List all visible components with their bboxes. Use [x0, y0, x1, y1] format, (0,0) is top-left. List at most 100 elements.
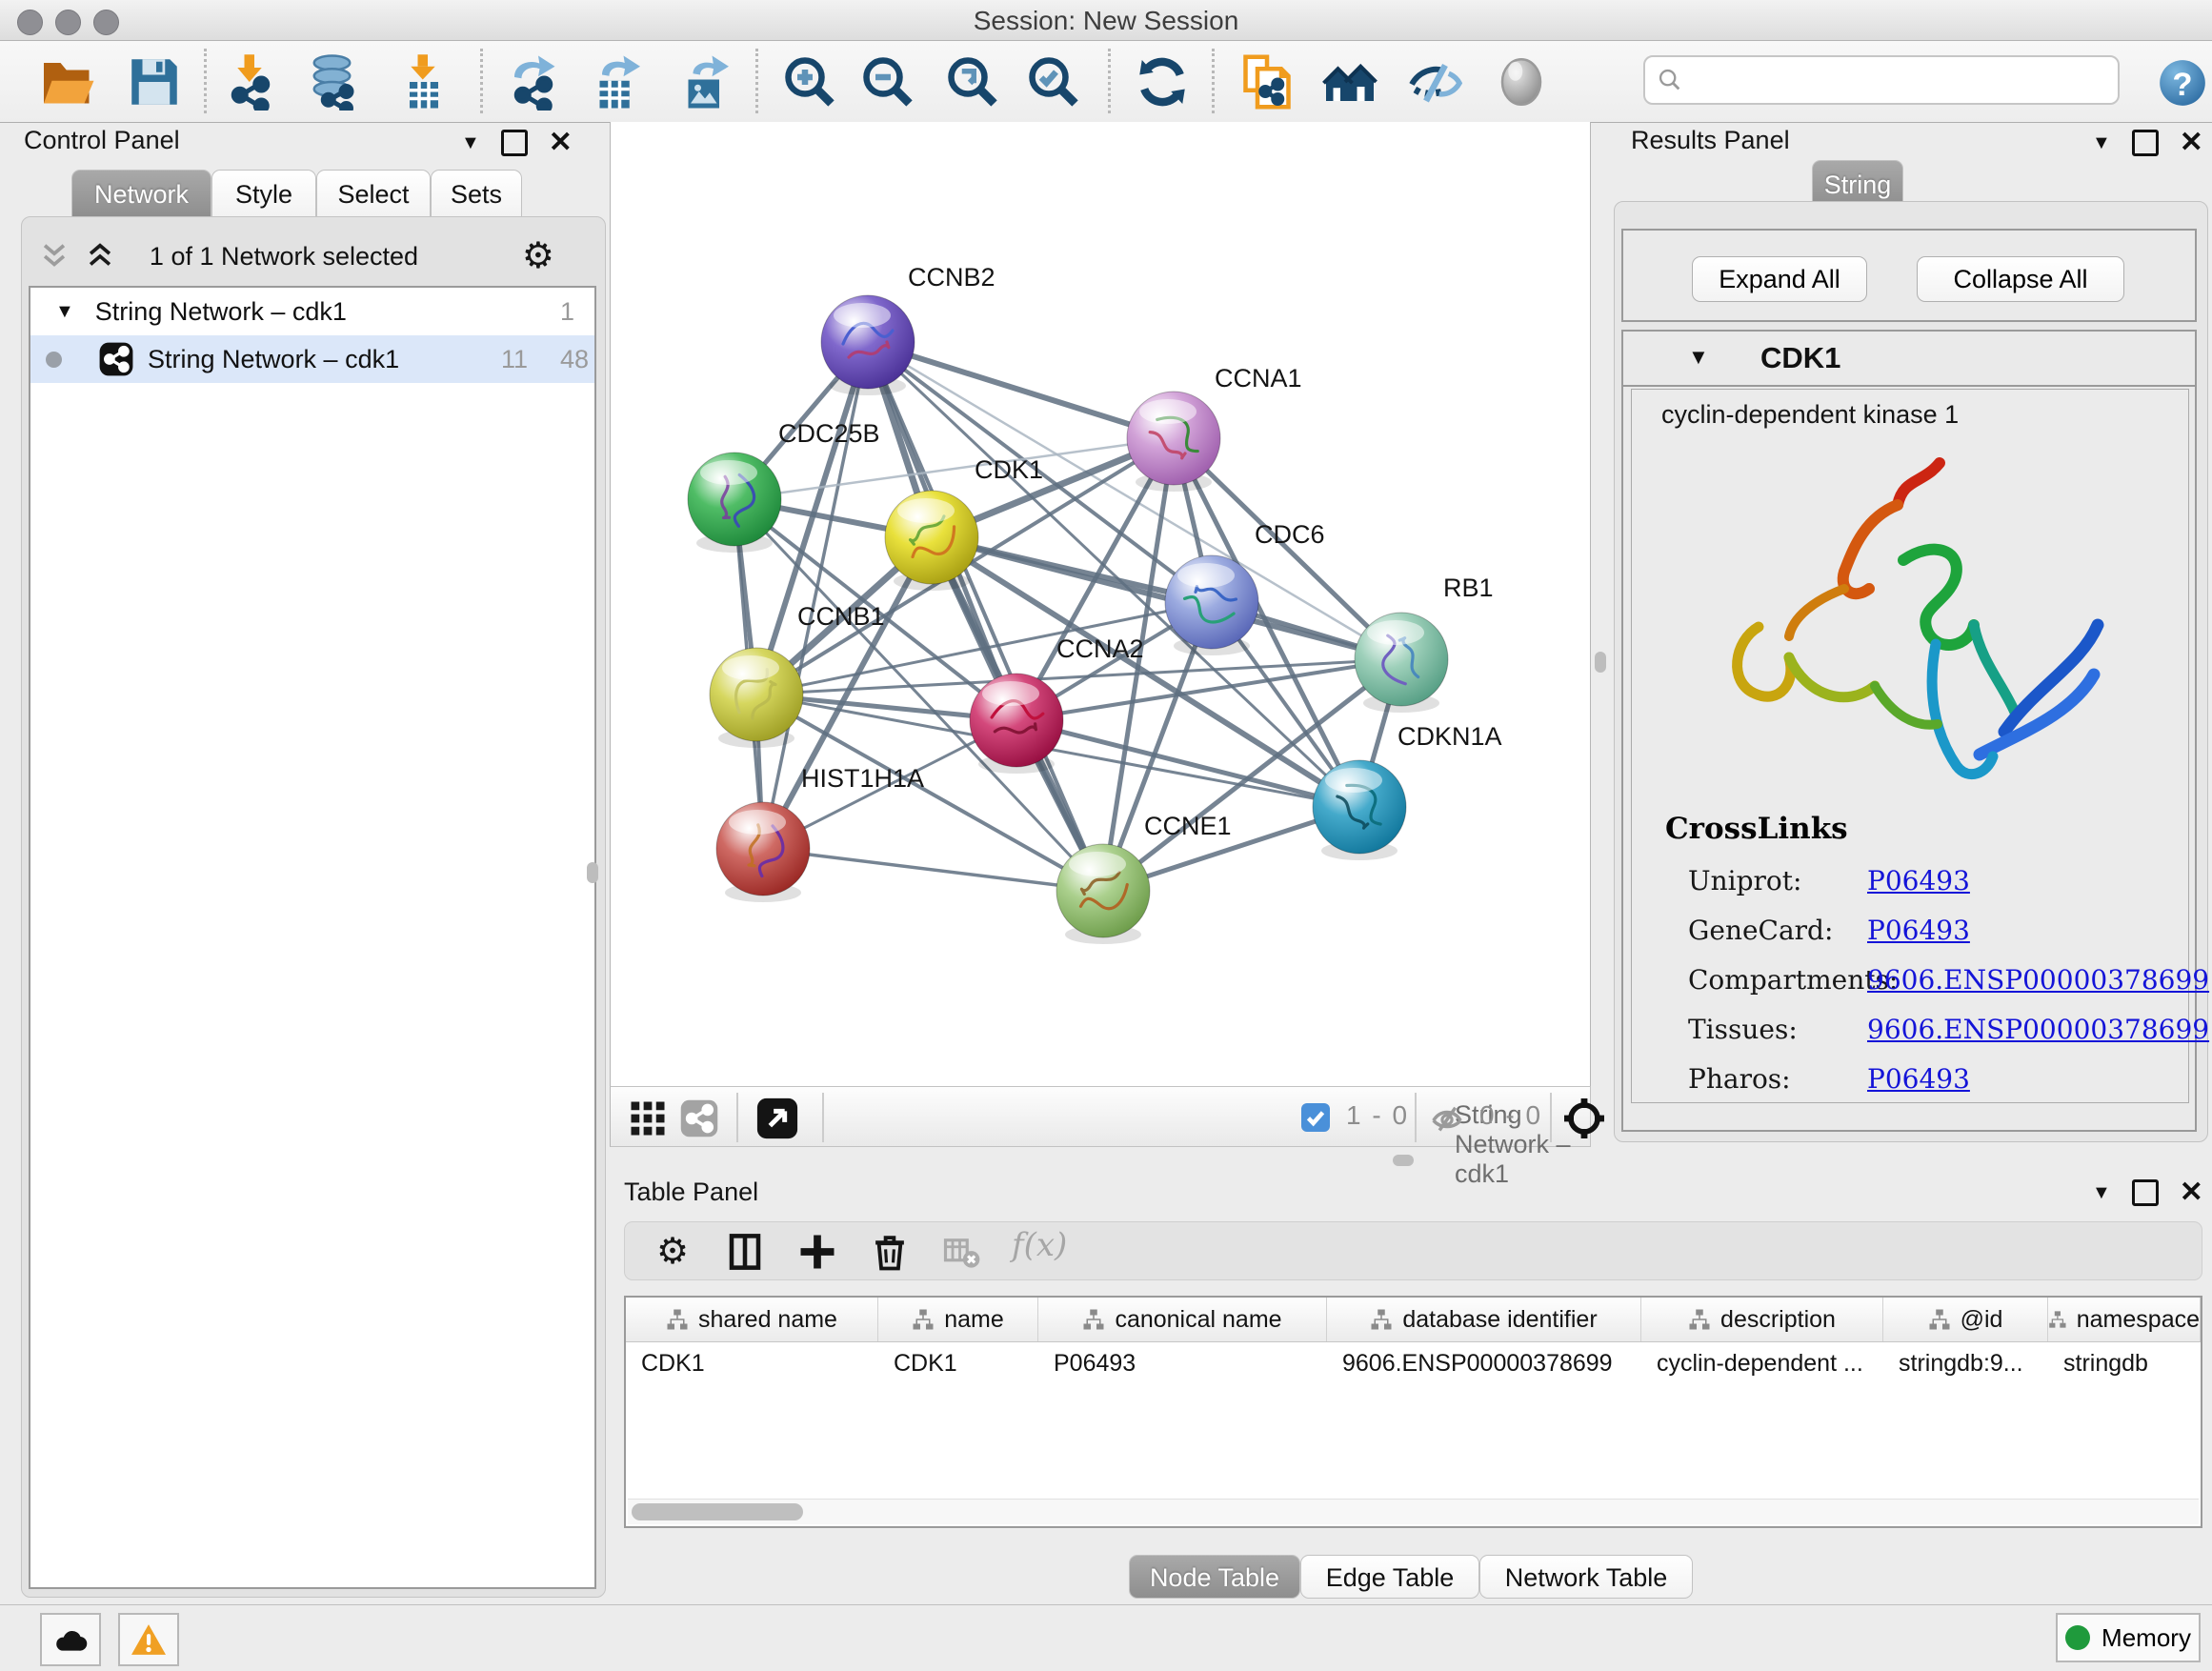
- open-session-button[interactable]: [36, 51, 99, 112]
- column-header-database-identifier[interactable]: database identifier: [1327, 1298, 1641, 1341]
- node-card-header[interactable]: ▼ CDK1: [1621, 333, 2197, 385]
- network-node-CCNE1[interactable]: [1056, 844, 1150, 944]
- crosslink-value-link[interactable]: 9606.ENSP00000378699: [1867, 964, 2209, 996]
- crosslink-value-link[interactable]: P06493: [1867, 1063, 1970, 1095]
- column-header--id[interactable]: @id: [1883, 1298, 2048, 1341]
- import-table-file-button[interactable]: [392, 51, 455, 112]
- panel-collapse-icon[interactable]: ▼: [2092, 132, 2111, 154]
- save-session-button[interactable]: [123, 51, 186, 112]
- column-header-canonical-name[interactable]: canonical name: [1038, 1298, 1327, 1341]
- right-splitter-grip[interactable]: [1595, 652, 1606, 673]
- export-network-button[interactable]: [502, 51, 565, 112]
- table-cell[interactable]: CDK1: [878, 1342, 1038, 1386]
- search-icon: [1657, 67, 1683, 93]
- network-node-CDC6[interactable]: [1165, 555, 1258, 655]
- network-style-button[interactable]: [679, 1098, 719, 1138]
- panel-close-icon[interactable]: ✕: [2180, 132, 2203, 153]
- panel-collapse-icon[interactable]: ▼: [2092, 1182, 2111, 1204]
- network-node-RB1[interactable]: [1355, 613, 1448, 713]
- selected-checkbox-icon[interactable]: [1298, 1100, 1333, 1135]
- table-row[interactable]: CDK1CDK1P064939606.ENSP00000378699cyclin…: [626, 1342, 2201, 1386]
- clone-network-button[interactable]: [1236, 51, 1298, 112]
- hidden-eye-icon[interactable]: [1428, 1099, 1466, 1136]
- birds-eye-button[interactable]: [755, 1097, 799, 1140]
- toolbar-search-input[interactable]: [1691, 65, 2106, 96]
- function-builder-button[interactable]: f(x): [1012, 1226, 1067, 1264]
- crosslink-value-link[interactable]: 9606.ENSP00000378699: [1867, 1014, 2209, 1045]
- network-edge[interactable]: [868, 342, 1174, 438]
- table-options-button[interactable]: ⚙: [648, 1228, 697, 1276]
- table-horizontal-scrollbar[interactable]: [628, 1499, 2199, 1524]
- network-node-CDK1[interactable]: [885, 491, 978, 591]
- delete-table-button[interactable]: [937, 1228, 987, 1276]
- zoom-in-button[interactable]: [778, 51, 841, 112]
- network-edge[interactable]: [868, 342, 1103, 891]
- birds-eye-toggle-button[interactable]: [1490, 51, 1553, 112]
- add-column-button[interactable]: [793, 1228, 842, 1276]
- panel-collapse-icon[interactable]: ▼: [461, 132, 480, 154]
- column-header-shared-name[interactable]: shared name: [626, 1298, 878, 1341]
- table-cell[interactable]: 9606.ENSP00000378699: [1327, 1342, 1641, 1386]
- delete-column-button[interactable]: [865, 1228, 915, 1276]
- refresh-layout-button[interactable]: [1131, 51, 1194, 112]
- bullet-icon: [46, 352, 62, 368]
- grid-view-button[interactable]: [628, 1098, 668, 1138]
- network-edge[interactable]: [763, 849, 1103, 891]
- chevron-down-icon[interactable]: ▼: [1688, 345, 1709, 370]
- crosslink-value-link[interactable]: P06493: [1867, 915, 1970, 946]
- table-cell[interactable]: stringdb: [2048, 1342, 2201, 1386]
- hide-panels-button[interactable]: [1404, 51, 1467, 112]
- tab-network[interactable]: Network: [71, 170, 211, 217]
- network-tree-row[interactable]: String Network – cdk11148: [30, 335, 594, 383]
- network-options-gear-icon[interactable]: ⚙: [522, 238, 554, 274]
- zoom-fit-button[interactable]: [941, 51, 1004, 112]
- zoom-selected-button[interactable]: [1022, 51, 1085, 112]
- fit-selection-button[interactable]: [1561, 1096, 1607, 1141]
- memory-button[interactable]: Memory: [2056, 1613, 2201, 1662]
- left-splitter-grip[interactable]: [587, 862, 598, 883]
- collapse-all-button[interactable]: Collapse All: [1917, 256, 2124, 302]
- help-button[interactable]: ?: [2156, 56, 2209, 110]
- table-cell[interactable]: cyclin-dependent ...: [1641, 1342, 1883, 1386]
- network-node-CCNA2[interactable]: [970, 674, 1063, 774]
- tab-style[interactable]: Style: [211, 170, 316, 217]
- tree-expander-icon[interactable]: ▼: [55, 301, 74, 323]
- import-network-database-button[interactable]: [303, 51, 366, 112]
- network-node-CCNA1[interactable]: [1127, 392, 1220, 492]
- tab-select[interactable]: Select: [316, 170, 431, 217]
- panel-float-icon[interactable]: [2132, 1179, 2159, 1206]
- string-network-icon: [98, 341, 134, 377]
- horizontal-splitter-grip[interactable]: [1393, 1155, 1414, 1166]
- panel-close-icon[interactable]: ✕: [549, 132, 573, 153]
- table-cell[interactable]: P06493: [1038, 1342, 1327, 1386]
- network-node-CDKN1A[interactable]: [1313, 760, 1406, 860]
- network-tree-row[interactable]: ▼String Network – cdk11: [30, 288, 594, 335]
- column-header-namespace[interactable]: namespace: [2048, 1298, 2201, 1341]
- network-view[interactable]: CCNB2CCNA1CDC25BCDK1CDC6RB1CCNB1CCNA2CDK…: [610, 122, 1591, 1086]
- tab-sets[interactable]: Sets: [431, 170, 522, 217]
- column-header-name[interactable]: name: [878, 1298, 1038, 1341]
- cloud-status-button[interactable]: [40, 1613, 101, 1666]
- network-node-HIST1H1A[interactable]: [716, 802, 810, 902]
- tab-edge-table[interactable]: Edge Table: [1300, 1555, 1479, 1599]
- panel-close-icon[interactable]: ✕: [2180, 1182, 2203, 1203]
- export-table-button[interactable]: [585, 51, 648, 112]
- table-cell[interactable]: stringdb:9...: [1883, 1342, 2048, 1386]
- scrollbar-thumb[interactable]: [632, 1503, 803, 1520]
- zoom-out-button[interactable]: [856, 51, 919, 112]
- export-image-button[interactable]: [674, 51, 736, 112]
- panel-float-icon[interactable]: [2132, 130, 2159, 156]
- expand-all-button[interactable]: Expand All: [1692, 256, 1867, 302]
- network-node-CCNB1[interactable]: [710, 648, 803, 748]
- column-header-description[interactable]: description: [1641, 1298, 1883, 1341]
- crosslink-value-link[interactable]: P06493: [1867, 865, 1970, 896]
- panel-float-icon[interactable]: [501, 130, 528, 156]
- import-network-file-button[interactable]: [219, 51, 282, 112]
- tab-network-table[interactable]: Network Table: [1479, 1555, 1693, 1599]
- table-cell[interactable]: CDK1: [626, 1342, 878, 1386]
- tab-node-table[interactable]: Node Table: [1129, 1555, 1300, 1599]
- show-columns-button[interactable]: [720, 1228, 770, 1276]
- network-node-CDC25B[interactable]: [688, 453, 781, 553]
- warnings-button[interactable]: [118, 1613, 179, 1666]
- home-panel-button[interactable]: [1318, 51, 1381, 112]
